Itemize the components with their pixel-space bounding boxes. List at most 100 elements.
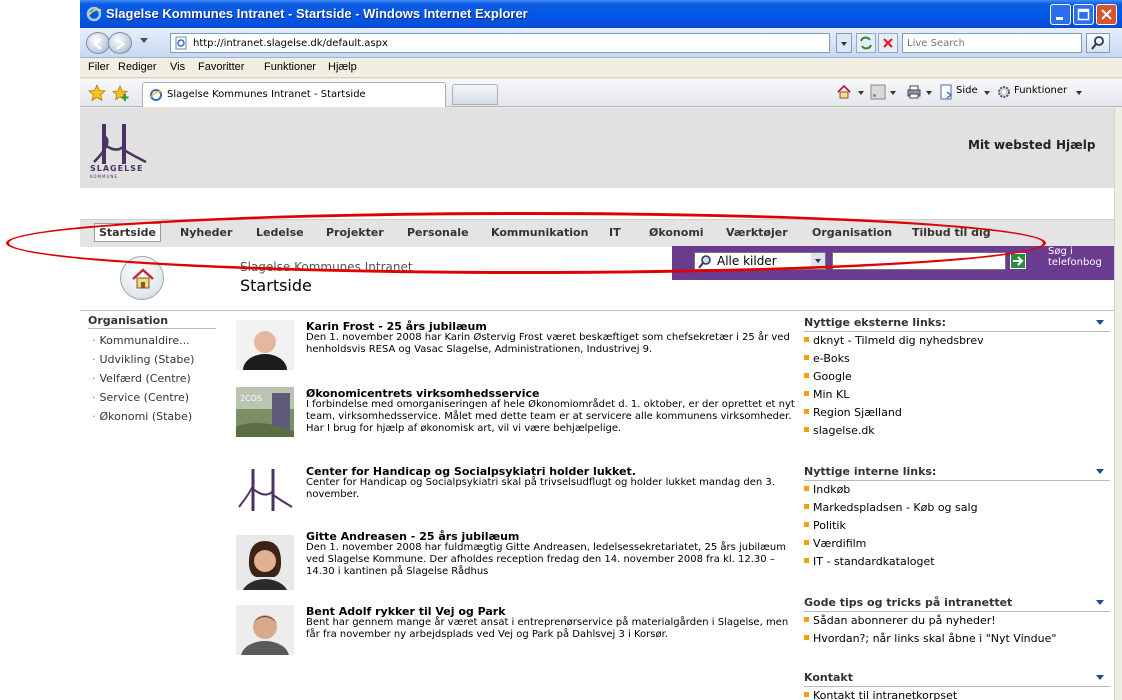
nav-personale[interactable]: Personale — [407, 226, 469, 239]
page-title: Startside — [240, 276, 312, 295]
link-item[interactable]: Google — [804, 368, 1110, 386]
nav-nyheder[interactable]: Nyheder — [180, 226, 232, 239]
chevron-down-icon[interactable] — [1096, 600, 1104, 605]
search-button[interactable] — [1086, 33, 1110, 53]
leftnav-item[interactable]: · Velfærd (Centre) — [88, 369, 228, 388]
news-photo: 2COS — [236, 387, 294, 437]
link-item[interactable]: Hvordan?; når links skal åbne i "Nyt Vin… — [804, 630, 1110, 648]
nav-organisation[interactable]: Organisation — [812, 226, 892, 239]
close-icon — [1101, 9, 1112, 20]
leftnav-item[interactable]: · Udvikling (Stabe) — [88, 350, 228, 369]
home-icon[interactable] — [836, 84, 852, 100]
refresh-icon[interactable] — [856, 33, 876, 53]
chevron-down-icon[interactable] — [858, 91, 864, 95]
leftnav-item[interactable]: · Service (Centre) — [88, 388, 228, 407]
chevron-down-icon[interactable] — [1096, 469, 1104, 474]
box-heading[interactable]: Kontakt — [804, 671, 1110, 687]
left-navigation: Organisation · Kommunaldire... · Udvikling… — [88, 314, 228, 426]
link-item[interactable]: Politik — [804, 517, 1110, 535]
address-dropdown[interactable] — [836, 33, 852, 53]
leftnav-item[interactable]: · Kommunaldire... — [88, 331, 228, 350]
stop-icon[interactable] — [878, 33, 898, 53]
help-link[interactable]: Hjælp — [1056, 138, 1095, 152]
scope-dropdown[interactable] — [811, 253, 825, 269]
ie-logo-icon — [86, 6, 102, 22]
box-heading[interactable]: Gode tips og tricks på intranettet — [804, 596, 1110, 612]
nav-ledelse[interactable]: Ledelse — [256, 226, 304, 239]
link-item[interactable]: Kontakt til intranetkorpset — [804, 687, 1110, 700]
chevron-down-icon[interactable] — [1096, 675, 1104, 680]
chevron-down-icon[interactable] — [1076, 91, 1082, 95]
link-item[interactable]: Region Sjælland — [804, 404, 1110, 422]
box-heading[interactable]: Nyttige interne links: — [804, 465, 1110, 481]
nav-kommunikation[interactable]: Kommunikation — [491, 226, 588, 239]
link-item[interactable]: Sådan abonnerer du på nyheder! — [804, 612, 1110, 630]
back-button[interactable] — [86, 32, 110, 54]
top-navigation: Startside Nyheder Ledelse Projekter Pers… — [80, 219, 1114, 247]
link-item[interactable]: Min KL — [804, 386, 1110, 404]
add-favorite-icon[interactable] — [112, 84, 130, 102]
title-bar: Slagelse Kommunes Intranet - Startside -… — [80, 0, 1122, 28]
news-text: Den 1. november 2008 har fuldmægtig Gitt… — [306, 542, 786, 577]
recent-pages-dropdown[interactable] — [140, 38, 148, 43]
nav-vaerktojer[interactable]: Værktøjer — [726, 226, 788, 239]
forward-button[interactable] — [108, 32, 132, 54]
link-item[interactable]: slagelse.dk — [804, 422, 1110, 440]
live-search-input[interactable] — [907, 35, 1077, 51]
print-icon[interactable] — [906, 84, 922, 100]
intranet-search-input[interactable] — [832, 252, 1006, 270]
box-heading[interactable]: Nyttige eksterne links: — [804, 316, 1110, 332]
page-menu-label[interactable]: Side — [956, 85, 978, 96]
favorites-star-icon[interactable] — [88, 84, 106, 102]
tab-label: Slagelse Kommunes Intranet - Startside — [167, 89, 366, 100]
nav-startside[interactable]: Startside — [94, 223, 161, 242]
link-item[interactable]: Værdifilm — [804, 535, 1110, 553]
phonebook-search-link[interactable]: Søg i telefonbog — [1048, 246, 1108, 268]
leftnav-item[interactable]: · Økonomi (Stabe) — [88, 407, 228, 426]
maximize-icon — [1077, 8, 1090, 21]
nav-tilbud-til-dig[interactable]: Tilbud til dig — [912, 226, 991, 239]
chevron-down-icon[interactable] — [890, 91, 896, 95]
menu-favorites[interactable]: Favoritter — [198, 61, 244, 73]
link-item[interactable]: e-Boks — [804, 350, 1110, 368]
search-icon — [698, 255, 711, 269]
search-go-button[interactable] — [1010, 253, 1026, 269]
nav-it[interactable]: IT — [609, 226, 621, 239]
address-input[interactable] — [193, 34, 803, 52]
tools-menu-label[interactable]: Funktioner — [1014, 85, 1067, 96]
minimize-button[interactable] — [1050, 4, 1071, 25]
maximize-button[interactable] — [1073, 4, 1094, 25]
browser-window: Slagelse Kommunes Intranet - Startside -… — [80, 0, 1122, 700]
site-name: Slagelse Kommunes Intranet — [240, 260, 413, 274]
menu-help[interactable]: Hjælp — [328, 61, 357, 73]
menu-tools[interactable]: Funktioner — [264, 61, 316, 73]
link-item[interactable]: Indkøb — [804, 481, 1110, 499]
vertical-scrollbar[interactable] — [1114, 108, 1122, 700]
nav-projekter[interactable]: Projekter — [326, 226, 384, 239]
menu-edit[interactable]: Rediger — [118, 61, 157, 73]
feeds-icon[interactable] — [870, 84, 886, 100]
link-item[interactable]: dknyt - Tilmeld dig nyhedsbrev — [804, 332, 1110, 350]
nav-okonomi[interactable]: Økonomi — [649, 226, 704, 239]
gear-icon[interactable] — [996, 84, 1012, 100]
my-site-link[interactable]: Mit websted — [968, 138, 1051, 152]
menu-file[interactable]: Filer — [88, 61, 109, 73]
menu-view[interactable]: Vis — [170, 61, 185, 73]
search-scope-select[interactable]: Alle kilder — [694, 252, 826, 270]
link-item[interactable]: Markedspladsen - Køb og salg — [804, 499, 1110, 517]
home-icon — [132, 268, 154, 289]
live-search-field[interactable] — [902, 33, 1082, 53]
leftnav-heading[interactable]: Organisation — [88, 314, 228, 327]
chevron-down-icon[interactable] — [926, 91, 932, 95]
home-button[interactable] — [120, 256, 164, 300]
address-field[interactable] — [170, 33, 830, 53]
person-photo — [236, 320, 294, 370]
new-tab-button[interactable] — [452, 84, 498, 105]
close-button[interactable] — [1096, 4, 1117, 25]
divider — [80, 310, 1114, 311]
chevron-down-icon[interactable] — [1096, 320, 1104, 325]
chevron-down-icon[interactable] — [984, 91, 990, 95]
link-item[interactable]: IT - standardkataloget — [804, 553, 1110, 571]
page-menu-icon[interactable] — [938, 84, 954, 100]
tab-startside[interactable]: Slagelse Kommunes Intranet - Startside — [142, 82, 446, 107]
